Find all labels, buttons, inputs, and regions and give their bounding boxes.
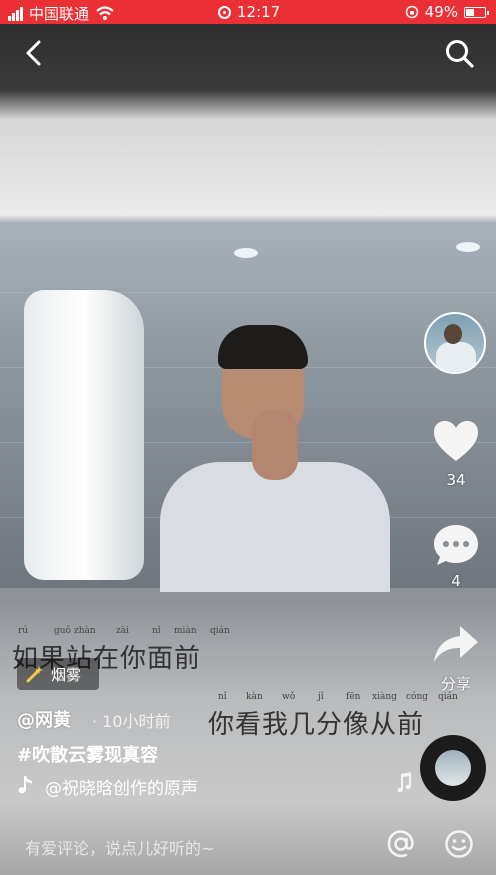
status-time: 12:17 [237,3,281,21]
pinyin: jǐ [318,692,324,702]
at-icon[interactable] [386,829,416,859]
pinyin: fēn [346,692,361,702]
hashtag-link[interactable]: #吹散云雾现真容 [17,741,158,767]
tiktok-note-icon [18,776,32,794]
person-image [160,462,390,592]
pinyin: guǒ [54,626,71,636]
share-icon[interactable] [432,624,480,666]
video-player-screen[interactable]: 中国联通 12:17 49% rú guǒ zhàn zài nǐ miàn q… [0,0,496,875]
effect-label: 烟雾 [51,665,82,684]
smiley-icon[interactable] [444,829,474,859]
person-hand [252,410,298,480]
chevron-left-icon[interactable] [20,38,50,68]
towel-image [24,290,144,580]
comment-bar[interactable]: 有爱评论，说点儿好听的~ [0,815,496,875]
music-disc[interactable] [420,735,486,801]
signal-icon [8,6,23,21]
pinyin: zhàn [74,626,96,636]
status-bar: 中国联通 12:17 49% [0,0,496,24]
comment-icon[interactable] [432,522,480,568]
battery-percent: 49% [424,3,458,21]
comment-count: 4 [451,572,461,590]
comment-input[interactable]: 有爱评论，说点儿好听的~ [25,835,214,859]
rotation-lock-icon [405,5,418,19]
heart-icon[interactable] [432,418,480,464]
like-count: 34 [446,471,466,489]
lyric-text: 你看我几分像从前 [208,710,425,740]
pinyin: zài [116,626,129,636]
wifi-icon [96,6,114,20]
search-icon[interactable] [444,38,476,70]
music-note-icon [397,772,411,793]
magic-wand-icon [26,666,43,683]
lyric-line-2: nǐ kàn wǒ jǐ fēn xiàng cóng qián 你看我几分像从… [208,692,468,742]
pinyin: nǐ [152,626,161,636]
pinyin: nǐ [218,692,227,702]
author-name[interactable]: @网黄 [17,706,71,732]
author-avatar[interactable] [424,312,486,374]
screen-record-icon [218,5,231,19]
pinyin: kàn [246,692,263,702]
post-time: · 10小时前 [92,712,171,731]
music-info[interactable]: @祝晓晗创作的原声 [17,774,198,799]
pinyin: qián [210,626,230,636]
effect-tag[interactable]: 烟雾 [17,658,99,690]
pinyin: xiàng [372,692,397,702]
pinyin: miàn [174,626,197,636]
pinyin: wǒ [282,692,296,702]
carrier-name: 中国联通 [29,5,90,23]
share-label: 分享 [440,675,471,693]
battery-icon [464,6,489,18]
music-title: @祝晓晗创作的原声 [45,779,198,799]
pinyin: rú [18,626,29,636]
